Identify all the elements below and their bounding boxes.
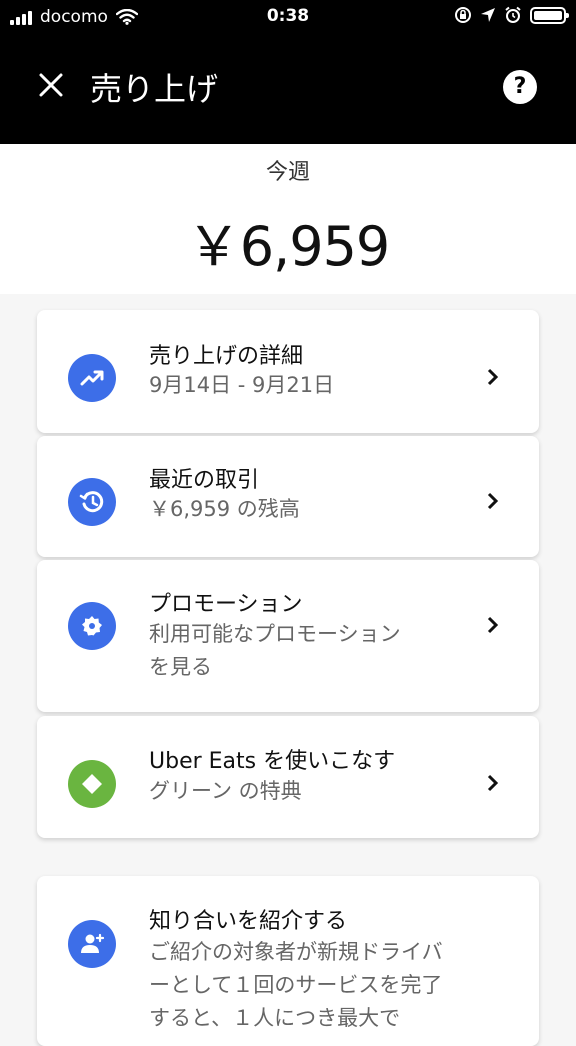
uber-eats-card[interactable]: Uber Eats を使いこなす グリーン の特典 xyxy=(37,716,539,838)
card-subtitle: 9月14日 - 9月21日 xyxy=(149,373,335,397)
card-title: 知り合いを紹介する xyxy=(149,909,348,934)
card-subtitle-line: ーとして１回のサービスを完了 xyxy=(149,973,443,997)
card-subtitle-line: を見る xyxy=(149,655,212,679)
total-amount: ￥6,959 xyxy=(186,215,391,278)
card-title: 売り上げの詳細 xyxy=(149,344,304,369)
history-icon xyxy=(68,478,116,526)
chevron-right-icon xyxy=(487,616,499,634)
chevron-right-icon xyxy=(487,492,499,510)
earnings-details-card[interactable]: 売り上げの詳細 9月14日 - 9月21日 xyxy=(37,310,539,433)
card-subtitle: ￥6,959 の残高 xyxy=(149,497,300,521)
add-person-icon xyxy=(68,920,116,968)
card-subtitle: ご紹介の対象者が新規ドライバ ーとして１回のサービスを完了 すると、１人につき最… xyxy=(149,936,519,1035)
battery-icon xyxy=(530,6,569,24)
chevron-right-icon xyxy=(487,368,499,386)
recent-transactions-card[interactable]: 最近の取引 ￥6,959 の残高 xyxy=(37,436,539,557)
card-title: 最近の取引 xyxy=(149,468,260,493)
location-icon xyxy=(481,8,495,22)
alarm-icon xyxy=(505,6,521,23)
card-subtitle-line: 利用可能なプロモーション xyxy=(149,622,401,646)
page-title: 売り上げ xyxy=(90,70,219,108)
referral-card[interactable]: 知り合いを紹介する ご紹介の対象者が新規ドライバ ーとして１回のサービスを完了 … xyxy=(37,876,539,1046)
close-icon[interactable] xyxy=(36,70,66,100)
trending-up-icon xyxy=(68,354,116,402)
earnings-summary: 今週 ￥6,959 xyxy=(0,144,576,294)
card-subtitle: 利用可能なプロモーション を見る xyxy=(149,618,489,684)
card-title: プロモーション xyxy=(149,592,303,617)
orientation-lock-icon xyxy=(455,7,471,23)
badge-icon xyxy=(68,602,116,650)
card-title: Uber Eats を使いこなす xyxy=(149,749,396,774)
status-bar: docomo 0:38 xyxy=(0,0,576,36)
app-header: 売り上げ ? xyxy=(0,36,576,144)
diamond-icon xyxy=(68,760,116,808)
period-label: 今週 xyxy=(265,160,310,185)
card-subtitle-line: ご紹介の対象者が新規ドライバ xyxy=(149,940,443,964)
card-subtitle-line: すると、１人につき最大で xyxy=(149,1006,401,1030)
promotions-card[interactable]: プロモーション 利用可能なプロモーション を見る xyxy=(37,560,539,712)
help-button[interactable]: ? xyxy=(503,70,537,104)
card-subtitle: グリーン の特典 xyxy=(149,779,302,803)
chevron-right-icon xyxy=(487,774,499,792)
